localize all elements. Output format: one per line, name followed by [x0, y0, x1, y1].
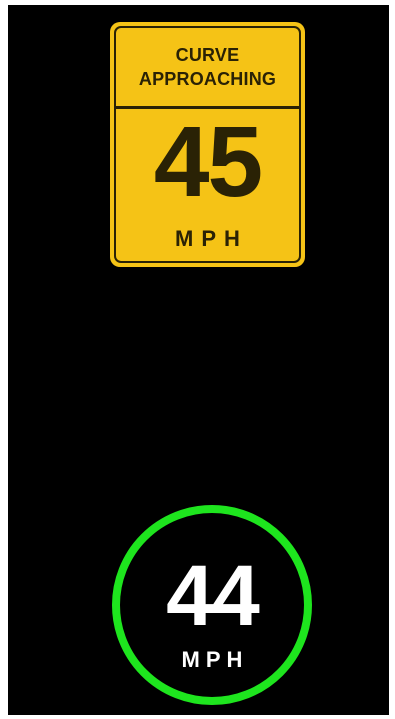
- curve-advisory-sign: CURVE APPROACHING 45 MPH: [110, 22, 305, 267]
- sign-warning-line-1: CURVE: [175, 45, 240, 65]
- sign-warning-panel: CURVE APPROACHING: [116, 28, 299, 109]
- speed-display-screen: CURVE APPROACHING 45 MPH 44 MPH: [8, 5, 389, 715]
- sign-border: CURVE APPROACHING 45 MPH: [114, 26, 301, 263]
- advisory-speed-unit: MPH: [175, 226, 248, 251]
- advisory-speed-limit: 45: [153, 106, 263, 218]
- current-speed-gauge: 44 MPH: [112, 505, 312, 705]
- sign-warning-line-2: APPROACHING: [138, 69, 277, 89]
- current-speed-value: 44: [166, 548, 260, 644]
- current-speed-unit: MPH: [181, 647, 249, 672]
